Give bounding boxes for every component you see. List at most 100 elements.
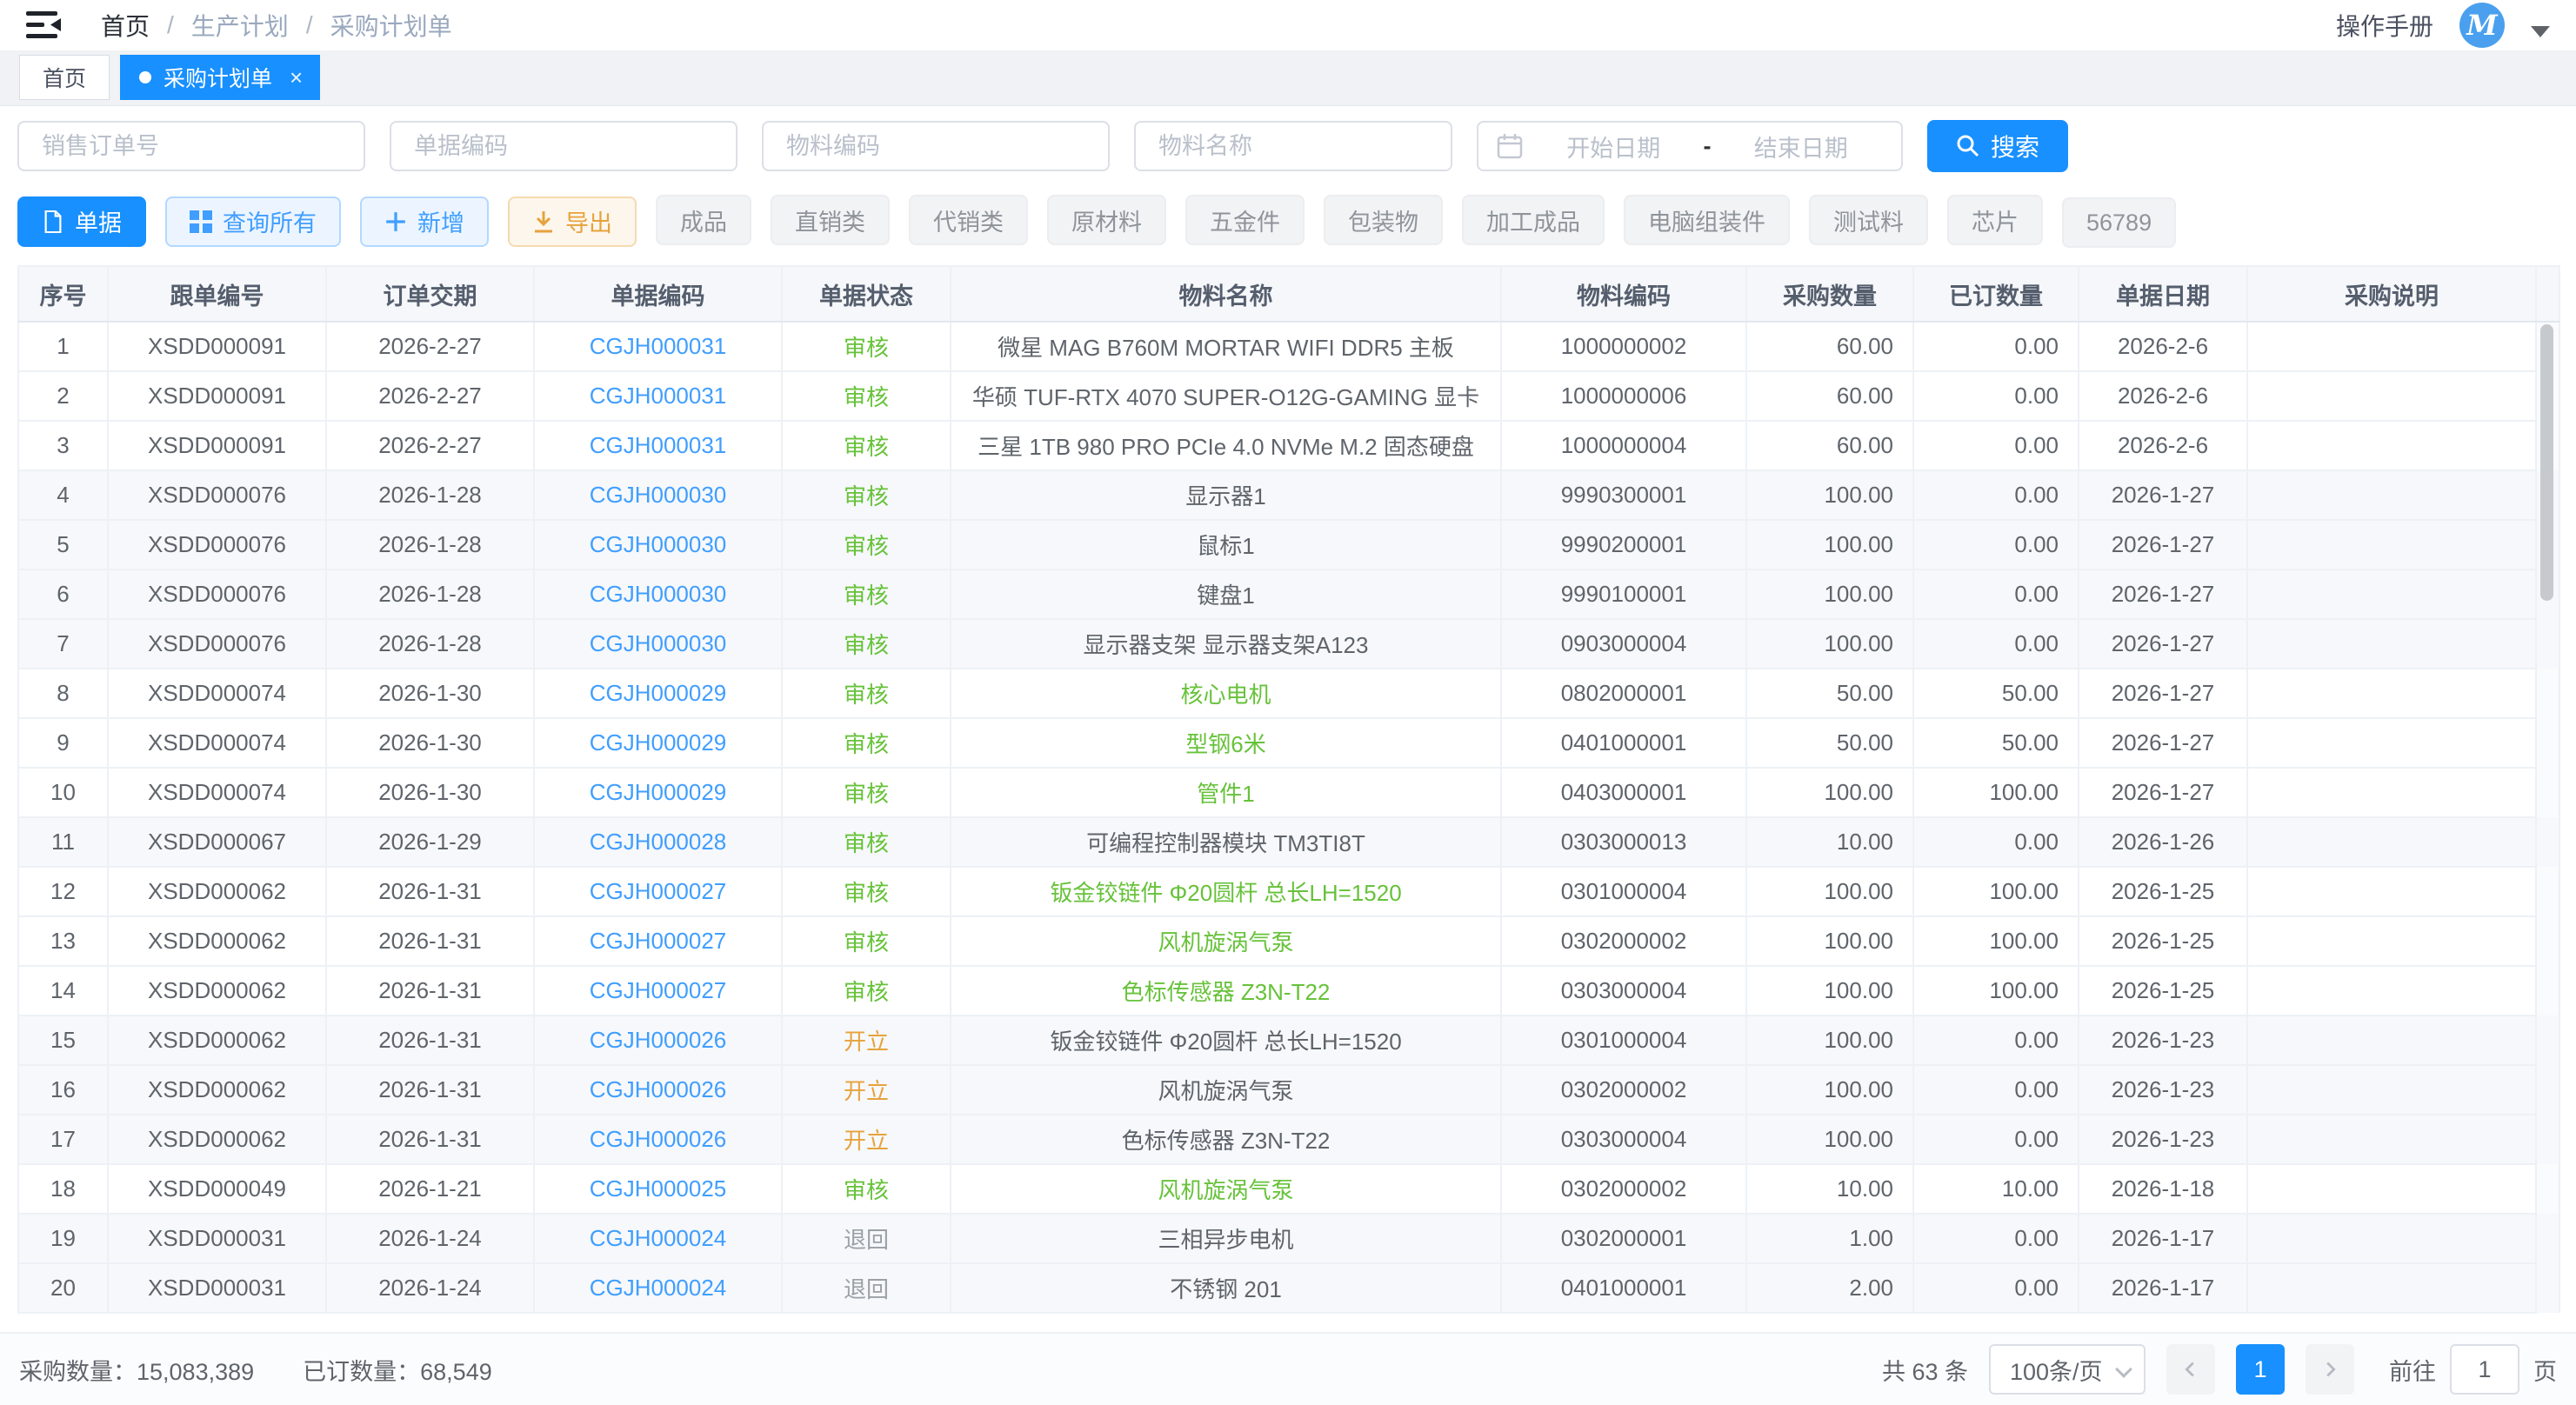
doc-code-link[interactable]: CGJH000026 [534, 1115, 782, 1164]
breadcrumb-production-plan[interactable]: 生产计划 [191, 8, 289, 43]
category-button[interactable]: 直销类 [771, 195, 890, 245]
cell-material-code: 9990300001 [1501, 470, 1746, 520]
cell-ordered-qty: 0.00 [1913, 1263, 2079, 1313]
page-size-select[interactable]: 100条/页 [1989, 1344, 2146, 1395]
cell-index: 3 [18, 421, 108, 470]
doc-code-link[interactable]: CGJH000027 [534, 916, 782, 966]
tab-home[interactable]: 首页 [19, 55, 110, 100]
col-doc-status: 单据状态 [782, 266, 951, 322]
cell-index: 5 [18, 520, 108, 569]
cell-status: 审核 [782, 421, 951, 470]
category-button[interactable]: 加工成品 [1462, 195, 1605, 245]
col-material-name: 物料名称 [951, 266, 1501, 322]
doc-code-link[interactable]: CGJH000029 [534, 669, 782, 718]
cell-due-date: 2026-1-31 [326, 1015, 534, 1065]
category-button[interactable]: 成品 [656, 195, 751, 245]
vertical-scrollbar-thumb[interactable] [2540, 324, 2553, 601]
doc-code-link[interactable]: CGJH000024 [534, 1214, 782, 1263]
next-page-button[interactable] [2306, 1344, 2354, 1395]
cell-purchase-note [2247, 569, 2536, 619]
cell-ordered-qty: 0.00 [1913, 520, 2079, 569]
export-button[interactable]: 导出 [508, 196, 637, 247]
menu-collapse-icon[interactable] [26, 10, 61, 40]
cell-index: 9 [18, 718, 108, 768]
cell-ordered-qty: 0.00 [1913, 569, 2079, 619]
user-menu-caret-icon[interactable] [2531, 26, 2550, 37]
goto-page-input[interactable] [2450, 1344, 2519, 1395]
scrollbar-track [2536, 966, 2559, 1015]
cell-due-date: 2026-1-28 [326, 520, 534, 569]
breadcrumb-home[interactable]: 首页 [101, 8, 150, 43]
cell-due-date: 2026-2-27 [326, 421, 534, 470]
doc-code-link[interactable]: CGJH000026 [534, 1065, 782, 1115]
prev-page-button[interactable] [2166, 1344, 2215, 1395]
scrollbar-track [2536, 718, 2559, 768]
cell-material-code: 0403000001 [1501, 768, 1746, 817]
cell-due-date: 2026-1-29 [326, 817, 534, 867]
goto-page: 前往 页 [2389, 1344, 2557, 1395]
doc-code-link[interactable]: CGJH000024 [534, 1263, 782, 1313]
material-name-input[interactable] [1134, 121, 1452, 171]
doc-code-link[interactable]: CGJH000027 [534, 966, 782, 1015]
category-button[interactable]: 芯片 [1947, 195, 2043, 245]
current-page-button[interactable]: 1 [2236, 1344, 2285, 1395]
category-button[interactable]: 56789 [2062, 197, 2176, 248]
category-button[interactable]: 代销类 [909, 195, 1028, 245]
cell-status: 审核 [782, 371, 951, 421]
cell-purchase-qty: 50.00 [1746, 669, 1913, 718]
doc-code-link[interactable]: CGJH000028 [534, 817, 782, 867]
doc-code-link[interactable]: CGJH000031 [534, 371, 782, 421]
doc-code-link[interactable]: CGJH000030 [534, 470, 782, 520]
user-avatar[interactable]: M [2459, 3, 2505, 48]
doc-code-link[interactable]: CGJH000031 [534, 421, 782, 470]
cell-material-code: 1000000006 [1501, 371, 1746, 421]
cell-index: 14 [18, 966, 108, 1015]
cell-purchase-qty: 100.00 [1746, 1115, 1913, 1164]
sales-order-input[interactable] [17, 121, 365, 171]
date-range-picker[interactable]: 开始日期 - 结束日期 [1477, 121, 1903, 171]
cell-due-date: 2026-2-27 [326, 371, 534, 421]
cell-purchase-qty: 50.00 [1746, 718, 1913, 768]
add-new-button[interactable]: 新增 [360, 196, 489, 247]
category-button[interactable]: 五金件 [1185, 195, 1305, 245]
cell-material-name: 色标传感器 Z3N-T22 [951, 1115, 1501, 1164]
tab-purchase-plan[interactable]: 采购计划单 × [120, 55, 320, 100]
material-code-input[interactable] [762, 121, 1110, 171]
cell-doc-date: 2026-1-17 [2079, 1214, 2247, 1263]
doc-code-link[interactable]: CGJH000031 [534, 322, 782, 371]
scrollbar-track [2536, 1164, 2559, 1214]
doc-code-link[interactable]: CGJH000030 [534, 520, 782, 569]
doc-code-input[interactable] [390, 121, 737, 171]
category-button[interactable]: 电脑组装件 [1624, 195, 1790, 245]
doc-code-link[interactable]: CGJH000026 [534, 1015, 782, 1065]
cell-order-no: XSDD000062 [108, 966, 326, 1015]
doc-code-link[interactable]: CGJH000027 [534, 867, 782, 916]
search-button[interactable]: 搜索 [1927, 120, 2068, 172]
cell-material-code: 0802000001 [1501, 669, 1746, 718]
manual-link[interactable]: 操作手册 [2336, 8, 2433, 43]
tab-close-icon[interactable]: × [290, 66, 303, 89]
cell-material-name: 风机旋涡气泵 [951, 1164, 1501, 1214]
cell-material-code: 9990200001 [1501, 520, 1746, 569]
doc-code-link[interactable]: CGJH000029 [534, 768, 782, 817]
category-button[interactable]: 原材料 [1047, 195, 1166, 245]
document-button[interactable]: 单据 [17, 196, 146, 247]
query-all-button[interactable]: 查询所有 [165, 196, 341, 247]
cell-index: 20 [18, 1263, 108, 1313]
category-button[interactable]: 测试料 [1809, 195, 1928, 245]
col-purchase-qty: 采购数量 [1746, 266, 1913, 322]
cell-ordered-qty: 0.00 [1913, 470, 2079, 520]
cell-material-name: 色标传感器 Z3N-T22 [951, 966, 1501, 1015]
col-ordered-qty: 已订数量 [1913, 266, 2079, 322]
cell-doc-date: 2026-1-27 [2079, 619, 2247, 669]
ordered-qty-total: 已订数量：68,549 [303, 1353, 492, 1387]
cell-purchase-note [2247, 1115, 2536, 1164]
breadcrumb: 首页 / 生产计划 / 采购计划单 [101, 8, 452, 43]
scrollbar-track [2536, 1214, 2559, 1263]
category-button[interactable]: 包装物 [1324, 195, 1443, 245]
doc-code-link[interactable]: CGJH000030 [534, 619, 782, 669]
cell-material-code: 0303000004 [1501, 966, 1746, 1015]
doc-code-link[interactable]: CGJH000029 [534, 718, 782, 768]
doc-code-link[interactable]: CGJH000025 [534, 1164, 782, 1214]
doc-code-link[interactable]: CGJH000030 [534, 569, 782, 619]
